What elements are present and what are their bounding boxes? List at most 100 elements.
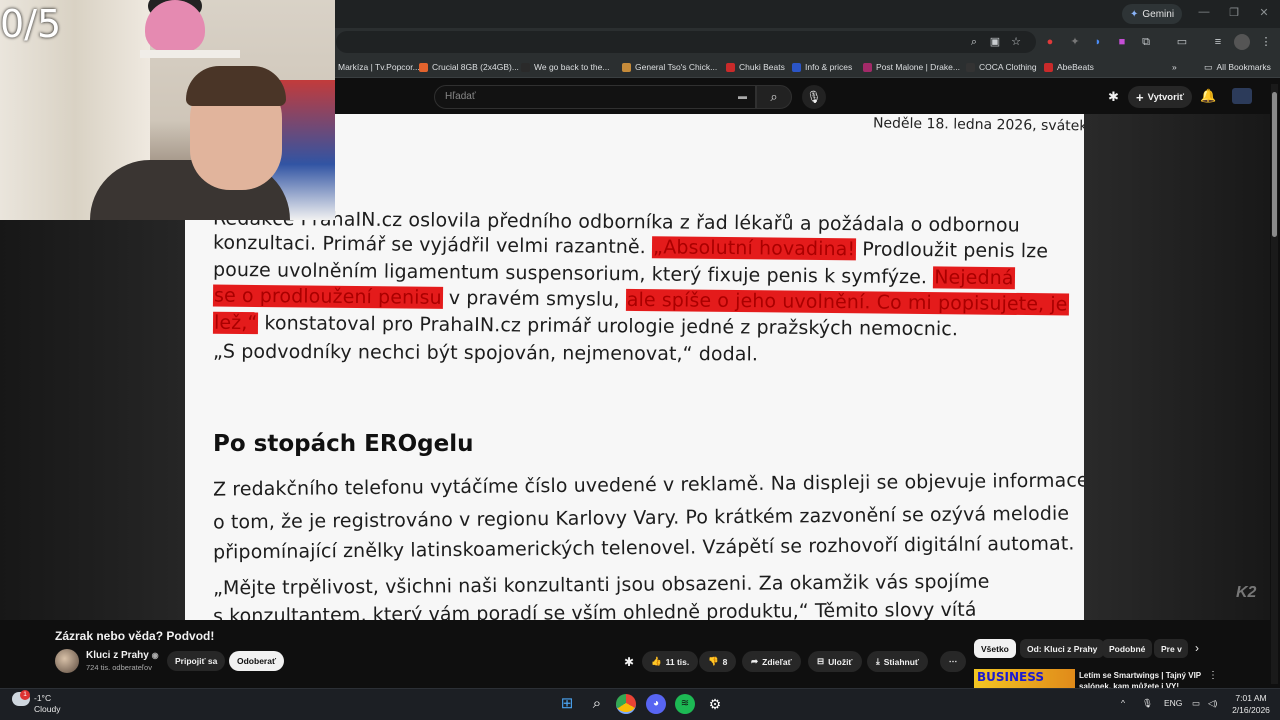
bookmarks-overflow-icon[interactable]: » bbox=[1172, 60, 1177, 74]
mic-icon[interactable]: 🎙 bbox=[1142, 698, 1153, 709]
share-button[interactable]: ➦ Zdieľať bbox=[742, 651, 801, 672]
article-line: „S podvodníky nechci být spojován, nejme… bbox=[213, 341, 758, 366]
bookmark-item[interactable]: Info & prices bbox=[792, 60, 852, 74]
media-icon[interactable]: ≡ bbox=[1210, 34, 1226, 50]
scrollbar-thumb[interactable] bbox=[1272, 92, 1277, 237]
gemini-button[interactable]: ✦ Gemini bbox=[1122, 4, 1183, 24]
extension-icon[interactable]: ✦ bbox=[1067, 34, 1083, 50]
screen: ✦ Gemini — ❐ ✕ ⌕ ▣ ☆ ● ✦ ◗ ■ ⧉ ▭ ≡ ⋮ Mar… bbox=[0, 0, 1280, 720]
bookmark-star-icon[interactable]: ☆ bbox=[1008, 34, 1024, 50]
minimize-icon[interactable]: — bbox=[1194, 6, 1214, 18]
search-input[interactable]: Hľadať ▬ bbox=[434, 85, 756, 109]
profile-avatar[interactable] bbox=[1234, 34, 1250, 50]
voice-search-button[interactable]: 🎙 bbox=[802, 85, 826, 109]
highlighted-text: ale spíše o jeho uvolnění. Co mi popisuj… bbox=[625, 288, 1069, 316]
menu-icon[interactable]: ⋮ bbox=[1258, 34, 1274, 50]
filter-chip[interactable]: Pre v bbox=[1154, 639, 1188, 658]
extension-icon[interactable]: ● bbox=[1042, 34, 1058, 50]
recommended-thumbnail[interactable]: BUSINESS bbox=[974, 669, 1075, 688]
address-bar[interactable] bbox=[336, 31, 1036, 53]
bookmark-item[interactable]: Post Malone | Drake... bbox=[863, 60, 960, 74]
gemini-icon: ✦ bbox=[1130, 8, 1139, 20]
bookmark-item[interactable]: AbeBeats bbox=[1044, 60, 1094, 74]
extension-icon[interactable]: ■ bbox=[1114, 34, 1130, 50]
person-hair bbox=[186, 66, 286, 106]
discord-icon[interactable]: ◕ bbox=[646, 694, 666, 714]
highlighted-text: „Absolutní hovadina! bbox=[651, 236, 857, 261]
weather-badge: 1 bbox=[20, 690, 30, 700]
account-avatar[interactable] bbox=[1232, 88, 1252, 104]
article-line: „Mějte trpělivost, všichni naši konzulta… bbox=[212, 570, 990, 600]
bookmark-item[interactable]: Crucial 8GB (2x4GB)... bbox=[419, 60, 519, 74]
windows-start-icon[interactable]: ⊞ bbox=[557, 694, 577, 714]
article-text: konzultaci. Primář se vyjádřil velmi raz… bbox=[212, 231, 653, 259]
windows-taskbar bbox=[0, 688, 1280, 720]
keyboard-icon[interactable]: ▬ bbox=[738, 91, 747, 101]
notifications-bell-icon[interactable]: 🔔 bbox=[1200, 88, 1216, 104]
save-button[interactable]: ⊟ Uložiť bbox=[808, 651, 862, 672]
channel-avatar[interactable] bbox=[55, 649, 79, 673]
create-button[interactable]: + Vytvoriť bbox=[1128, 86, 1192, 108]
favicon-icon bbox=[726, 62, 735, 72]
all-bookmarks[interactable]: ▭ All Bookmarks bbox=[1204, 60, 1271, 74]
chrome-icon[interactable] bbox=[616, 694, 636, 714]
steam-icon[interactable]: ⚙ bbox=[705, 694, 725, 714]
article-line: Z redakčního telefonu vytáčíme číslo uve… bbox=[212, 469, 1084, 501]
weather-condition[interactable]: Cloudy bbox=[34, 704, 60, 714]
channel-name[interactable]: Kluci z Prahy ◉ bbox=[86, 650, 159, 661]
bookmark-item[interactable]: General Tso's Chick... bbox=[622, 60, 717, 74]
extension-icon[interactable]: ✱ bbox=[1108, 89, 1119, 105]
temperature[interactable]: -1°C bbox=[34, 693, 51, 703]
highlighted-text: se o prodloužení penisu bbox=[212, 284, 443, 309]
subscribe-button[interactable]: Odoberať bbox=[229, 651, 285, 671]
volume-icon[interactable]: ◁) bbox=[1208, 698, 1217, 709]
article-line: konzultaci. Primář se vyjádřil velmi raz… bbox=[213, 232, 1048, 263]
extension-icon[interactable]: ◗ bbox=[1090, 34, 1106, 50]
clock[interactable]: 7:01 AM 2/16/2026 bbox=[1228, 692, 1274, 716]
article-line: o tom, že je registrováno v regionu Karl… bbox=[212, 502, 1070, 534]
zoom-icon[interactable]: ⌕ bbox=[966, 34, 982, 50]
close-icon[interactable]: ✕ bbox=[1254, 6, 1274, 19]
more-actions-button[interactable]: ⋯ bbox=[940, 651, 966, 672]
chevron-right-icon[interactable]: › bbox=[1195, 641, 1199, 655]
article-line: se o prodloužení penisu v pravém smyslu,… bbox=[212, 284, 1069, 316]
webcam-overlay: 0/5 bbox=[0, 0, 335, 220]
more-icon: ⋯ bbox=[948, 656, 958, 666]
chevron-up-icon[interactable]: ^ bbox=[1121, 698, 1125, 708]
favicon-icon bbox=[521, 62, 530, 72]
article-text: konstatoval pro PrahaIN.cz primář urolog… bbox=[258, 312, 959, 341]
bookmark-item[interactable]: Chuki Beats bbox=[726, 60, 785, 74]
dislike-button[interactable]: 👎 8 bbox=[699, 651, 737, 672]
download-button[interactable]: ⤓ Stiahnuť bbox=[867, 651, 929, 672]
filter-chip[interactable]: Od: Kluci z Prahy bbox=[1020, 639, 1105, 658]
like-button[interactable]: 👍 11 tis. bbox=[642, 651, 699, 672]
plush-toy bbox=[145, 0, 205, 52]
extensions-puzzle-icon[interactable]: ⧉ bbox=[1138, 34, 1154, 50]
plus-icon: + bbox=[1136, 89, 1144, 105]
favicon-icon bbox=[792, 62, 801, 72]
side-panel-icon[interactable]: ▭ bbox=[1174, 34, 1190, 50]
search-icon[interactable]: ⌕ bbox=[587, 694, 607, 714]
spotify-icon[interactable]: ≋ bbox=[675, 694, 695, 714]
restore-icon[interactable]: ❐ bbox=[1224, 6, 1244, 19]
save-icon: ⊟ bbox=[817, 656, 825, 666]
network-icon[interactable]: ▭ bbox=[1192, 698, 1200, 709]
filter-chip[interactable]: Všetko bbox=[974, 639, 1016, 658]
more-icon[interactable]: ⋮ bbox=[1208, 670, 1218, 681]
share-icon: ➦ bbox=[751, 656, 759, 666]
extension-icon[interactable]: ✱ bbox=[624, 655, 634, 669]
bookmark-item[interactable]: COCA Clothing bbox=[966, 60, 1037, 74]
search-button[interactable]: ⌕ bbox=[756, 85, 792, 109]
filter-chip[interactable]: Podobné bbox=[1102, 639, 1153, 658]
bookmark-item[interactable]: Markíza | Tv.Popcor... bbox=[325, 60, 420, 74]
recommended-title[interactable]: Letím se Smartwings | Tajný VIP salónek,… bbox=[1079, 670, 1207, 688]
join-button[interactable]: Pripojiť sa bbox=[167, 651, 226, 671]
language-indicator[interactable]: ENG bbox=[1164, 698, 1182, 708]
article-heading: Po stopách EROgelu bbox=[213, 431, 474, 457]
shelf bbox=[140, 50, 240, 58]
bookmark-item[interactable]: We go back to the... bbox=[521, 60, 609, 74]
thumbs-up-icon: 👍 bbox=[651, 656, 662, 666]
article-date: Neděle 18. ledna 2026, svátek sl bbox=[872, 115, 1084, 135]
mic-icon: 🎙 bbox=[806, 90, 822, 104]
cast-icon[interactable]: ▣ bbox=[987, 34, 1003, 50]
